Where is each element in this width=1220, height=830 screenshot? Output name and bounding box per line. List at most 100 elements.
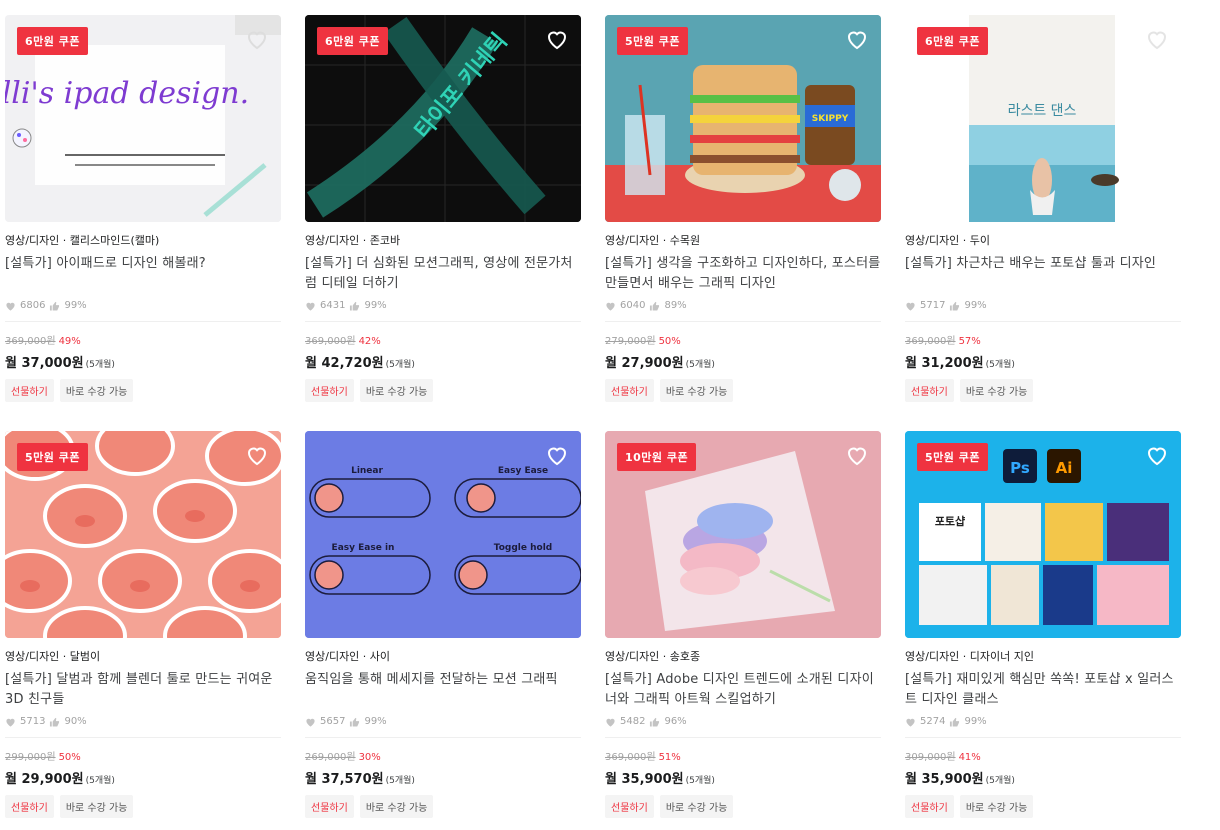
- like-count: 6806: [20, 300, 46, 311]
- monthly-price: 월 27,900원 (5개월): [605, 352, 881, 371]
- course-meta: 영상/디자인 · 존코바: [305, 234, 401, 247]
- like-count: 6431: [320, 300, 346, 311]
- illustrator-logo-text: Ai: [1056, 459, 1073, 477]
- like-count: 6040: [620, 300, 646, 311]
- heart-icon: [906, 718, 915, 727]
- course-meta: 영상/디자인 · 두이: [905, 234, 991, 247]
- original-price: 269,000원: [305, 752, 356, 763]
- photoshop-logo-text: Ps: [1010, 459, 1030, 477]
- heart-icon[interactable]: [545, 27, 569, 51]
- like-count: 5657: [320, 716, 346, 727]
- original-price: 309,000원: [905, 752, 956, 763]
- tag-list: 선물하기 바로 수강 가능: [5, 795, 281, 818]
- course-thumbnail[interactable]: Ps Ai 포토샵 5만원 쿠폰: [905, 431, 1181, 638]
- thumb-script-text: Calli's ipad design.: [5, 76, 249, 111]
- tag-list: 선물하기 바로 수강 가능: [5, 379, 281, 402]
- price-row: 369,000원 42%: [305, 332, 581, 347]
- thumbs-up-icon: [350, 717, 360, 727]
- gift-tag[interactable]: 선물하기: [605, 379, 654, 402]
- price-row: 369,000원 57%: [905, 332, 1181, 347]
- heart-icon[interactable]: [845, 443, 869, 467]
- gift-tag[interactable]: 선물하기: [605, 795, 654, 818]
- course-card[interactable]: SKIPPY 5만원 쿠폰 영상/디자인 · 수목원 [설특가] 생각을 구조화…: [605, 15, 881, 402]
- recommend-rate: 99%: [964, 716, 987, 727]
- heart-icon[interactable]: [1145, 27, 1169, 51]
- course-meta: 영상/디자인 · 달범이: [5, 650, 101, 663]
- recommend-rate: 90%: [64, 716, 87, 727]
- course-card[interactable]: 10만원 쿠폰 영상/디자인 · 송호종 [설특가] Adobe 디자인 트렌드…: [605, 431, 881, 818]
- course-title[interactable]: [설특가] Adobe 디자인 트렌드에 소개된 디자이너와 그래픽 아트웍 스…: [605, 670, 881, 710]
- discount-rate: 49%: [58, 336, 81, 347]
- installment-months: (5개월): [385, 776, 415, 786]
- heart-icon: [606, 718, 615, 727]
- course-title[interactable]: [설특가] 더 심화된 모션그래픽, 영상에 전문가처럼 디테일 더하기: [305, 254, 581, 294]
- gift-tag[interactable]: 선물하기: [905, 795, 954, 818]
- gift-tag[interactable]: 선물하기: [5, 795, 54, 818]
- divider: [905, 321, 1181, 322]
- course-thumbnail[interactable]: Calli's ipad design. 6만원 쿠폰: [5, 15, 281, 222]
- monthly-price: 월 42,720원 (5개월): [305, 352, 581, 371]
- course-title[interactable]: [설특가] 재미있게 핵심만 쏙쏙! 포토샵 x 일러스트 디자인 클래스: [905, 670, 1181, 710]
- thumbs-up-icon: [650, 301, 660, 311]
- heart-icon: [906, 302, 915, 311]
- monthly-price-value: 월 35,900원: [905, 772, 984, 787]
- original-price: 369,000원: [905, 336, 956, 347]
- recommend-rate: 96%: [664, 716, 687, 727]
- course-thumbnail[interactable]: 10만원 쿠폰: [605, 431, 881, 638]
- thumbs-up-icon: [350, 301, 360, 311]
- like-count: 5717: [920, 300, 946, 311]
- divider: [5, 321, 281, 322]
- thumbs-up-icon: [650, 717, 660, 727]
- monthly-price-value: 월 37,000원: [5, 356, 84, 371]
- course-title[interactable]: 움직임을 통해 메세지를 전달하는 모션 그래픽: [305, 670, 581, 710]
- monthly-price: 월 37,000원 (5개월): [5, 352, 281, 371]
- tag-list: 선물하기 바로 수강 가능: [905, 795, 1181, 818]
- original-price: 369,000원: [5, 336, 56, 347]
- course-card[interactable]: Ps Ai 포토샵 5만원 쿠폰 영상/디자인 · 디자이너 지인 [설특가] …: [905, 431, 1181, 818]
- course-title[interactable]: [설특가] 차근차근 배우는 포토샵 툴과 디자인: [905, 254, 1181, 294]
- course-meta: 영상/디자인 · 사이: [305, 650, 391, 663]
- course-thumbnail[interactable]: 라스트 댄스 6만원 쿠폰: [905, 15, 1181, 222]
- course-thumbnail[interactable]: Linear Easy Ease Easy Ease in Toggle hol…: [305, 431, 581, 638]
- price-row: 269,000원 30%: [305, 748, 581, 763]
- course-meta: 영상/디자인 · 디자이너 지인: [905, 650, 1035, 663]
- course-card[interactable]: Linear Easy Ease Easy Ease in Toggle hol…: [305, 431, 581, 818]
- gift-tag[interactable]: 선물하기: [905, 379, 954, 402]
- tag-list: 선물하기 바로 수강 가능: [605, 795, 881, 818]
- course-card[interactable]: 5만원 쿠폰 영상/디자인 · 달범이 [설특가] 달범과 함께 블렌더 툴로 …: [5, 431, 281, 818]
- instant-access-tag: 바로 수강 가능: [659, 379, 734, 402]
- heart-icon[interactable]: [245, 27, 269, 51]
- gift-tag[interactable]: 선물하기: [305, 795, 354, 818]
- installment-months: (5개월): [385, 360, 415, 370]
- gift-tag[interactable]: 선물하기: [305, 379, 354, 402]
- thumb-photoshop-label: 포토샵: [935, 515, 965, 528]
- heart-icon[interactable]: [845, 27, 869, 51]
- course-thumbnail[interactable]: 타이포 키네틱 6만원 쿠폰: [305, 15, 581, 222]
- course-card[interactable]: 라스트 댄스 6만원 쿠폰 영상/디자인 · 두이 [설특가] 차근차근 배우는…: [905, 15, 1181, 402]
- monthly-price: 월 35,900원 (5개월): [905, 768, 1181, 787]
- original-price: 369,000원: [605, 752, 656, 763]
- curve-label-toggle-hold: Toggle hold: [494, 543, 552, 553]
- course-card[interactable]: Calli's ipad design. 6만원 쿠폰 영상/디자인 · 캘리스…: [5, 15, 281, 402]
- heart-icon[interactable]: [545, 443, 569, 467]
- price-row: 369,000원 49%: [5, 332, 281, 347]
- course-title[interactable]: [설특가] 아이패드로 디자인 해볼래?: [5, 254, 281, 294]
- course-stats: 5713 90%: [5, 716, 281, 727]
- thumbs-up-icon: [50, 717, 60, 727]
- recommend-rate: 99%: [964, 300, 987, 311]
- course-thumbnail[interactable]: SKIPPY 5만원 쿠폰: [605, 15, 881, 222]
- course-title[interactable]: [설특가] 달범과 함께 블렌더 툴로 만드는 귀여운 3D 친구들: [5, 670, 281, 710]
- gift-tag[interactable]: 선물하기: [5, 379, 54, 402]
- thumbnail-art: Linear Easy Ease Easy Ease in Toggle hol…: [305, 431, 581, 638]
- course-stats: 5717 99%: [905, 300, 1181, 311]
- course-title[interactable]: [설특가] 생각을 구조화하고 디자인하다, 포스터를 만들면서 배우는 그래픽…: [605, 254, 881, 294]
- monthly-price: 월 37,570원 (5개월): [305, 768, 581, 787]
- instant-access-tag: 바로 수강 가능: [59, 379, 134, 402]
- coupon-badge: 5만원 쿠폰: [617, 27, 688, 55]
- course-thumbnail[interactable]: 5만원 쿠폰: [5, 431, 281, 638]
- course-card[interactable]: 타이포 키네틱 6만원 쿠폰 영상/디자인 · 존코바 [설특가] 더 심화된 …: [305, 15, 581, 402]
- like-count: 5713: [20, 716, 46, 727]
- heart-icon[interactable]: [1145, 443, 1169, 467]
- heart-icon[interactable]: [245, 443, 269, 467]
- thumbs-up-icon: [50, 301, 60, 311]
